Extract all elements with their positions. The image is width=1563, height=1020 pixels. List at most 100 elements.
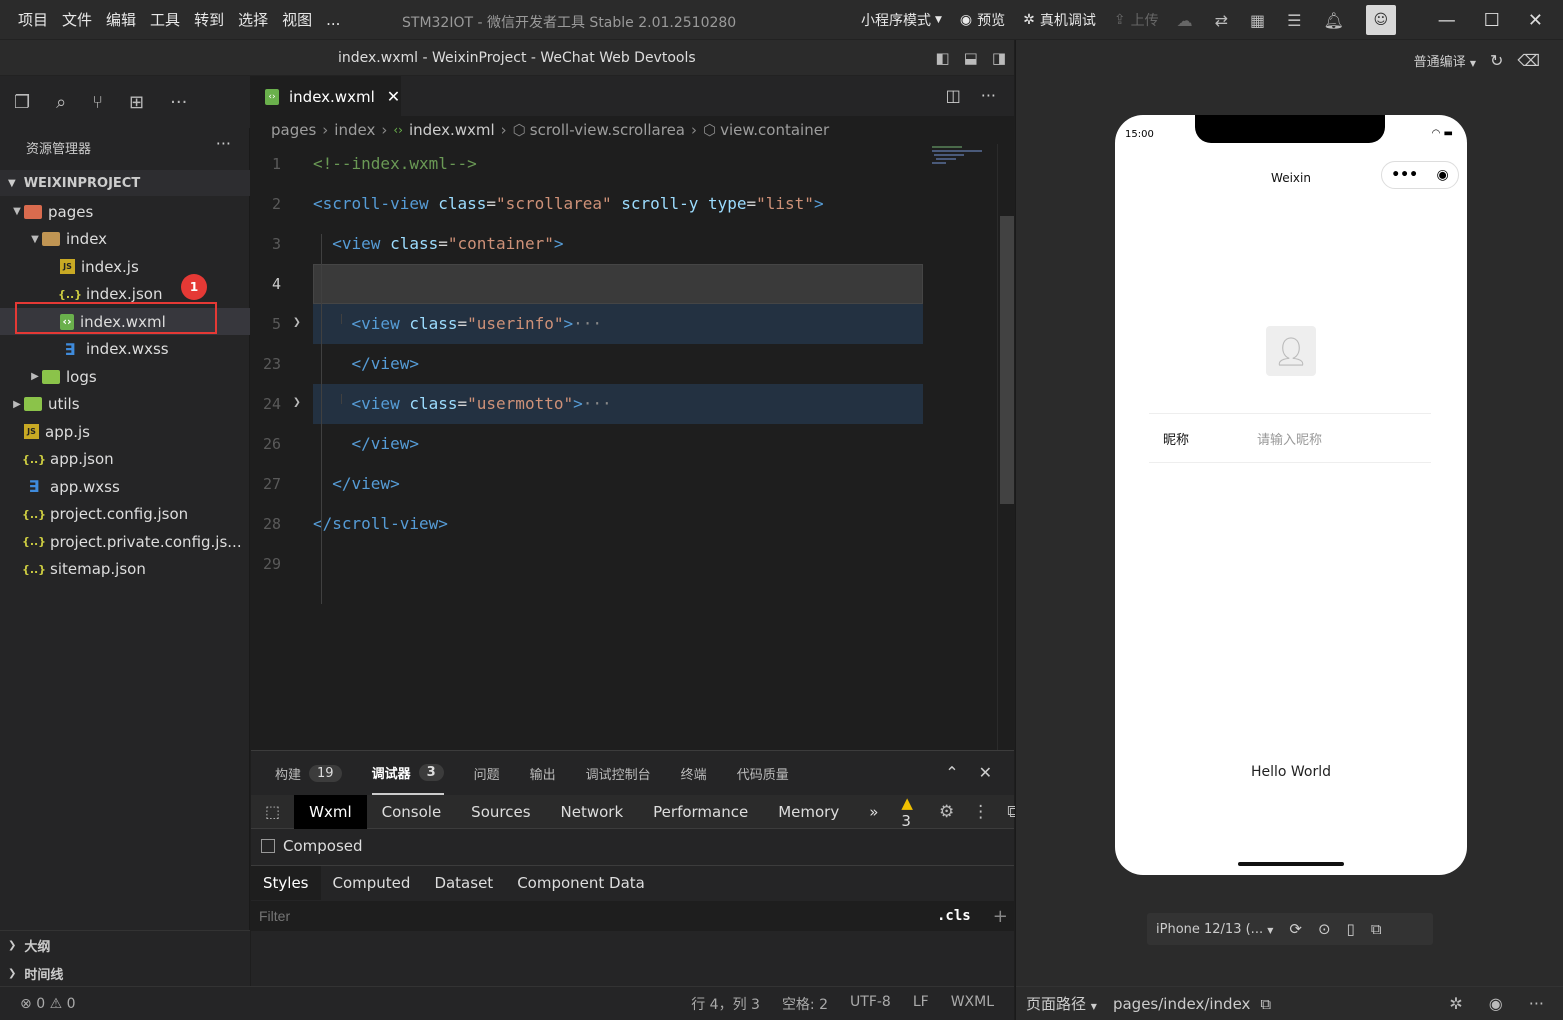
breadcrumb-item[interactable]: view.container [720,121,829,139]
devtools-tab[interactable]: Network [546,795,639,829]
toggle-sidebar-icon[interactable]: ◧ [935,49,949,67]
menu-item[interactable]: 工具 [150,9,180,30]
compile-mode-select[interactable]: 普通编译 ▼ [1414,51,1476,70]
tree-item[interactable]: {..} project.config.json [0,501,250,528]
breadcrumb-item[interactable]: index.wxml [409,121,495,139]
panel-tab[interactable]: 代码质量 [737,764,789,783]
code-line[interactable]: </scroll-view> [313,504,448,544]
clear-cache-icon[interactable]: ⌫ [1517,51,1540,70]
code-line[interactable]: </view> [313,424,419,464]
preview-button[interactable]: ◉ 预览 [960,10,1005,30]
tree-item[interactable]: ▼ index [0,226,250,253]
fold-chevron-icon[interactable]: ❯ [293,315,301,330]
code-line[interactable]: <view class="userinfo">··· [313,304,602,344]
panel-tab[interactable]: 终端 [681,764,707,783]
code-line[interactable]: <view class="usermotto">··· [313,384,612,424]
bell-icon[interactable]: 🔔︎ [1323,11,1343,30]
code-line[interactable]: </view> [313,464,399,504]
breadcrumb-item[interactable]: scroll-view.scrollarea [530,121,685,139]
problems-status[interactable]: ⊗ 0 ⚠ 0 [20,996,76,1012]
split-editor-icon[interactable]: ◫ [946,86,961,105]
code-line[interactable]: <!--index.wxml--> [313,144,477,184]
code-line[interactable]: <scroll-view class="scrollarea" scroll-y… [313,184,824,224]
code-line[interactable]: <view class="container"> [313,224,563,264]
styles-tab[interactable]: Computed [321,866,423,900]
devtools-tab[interactable]: Performance [638,795,763,829]
breadcrumb-item[interactable]: pages [271,121,316,139]
files-icon[interactable]: ❐ [14,92,30,113]
device-select[interactable]: iPhone 12/13 (... ▼ [1156,922,1273,937]
close-icon[interactable]: ✕ [1528,10,1543,31]
menu-item[interactable]: 编辑 [106,9,136,30]
checkbox[interactable] [261,839,275,853]
tree-item[interactable]: ▶ logs [0,363,250,390]
panel-tab[interactable]: 输出 [530,764,556,783]
collapse-panel-icon[interactable]: ⌃ [945,763,958,782]
swap-icon[interactable]: ⇄ [1215,11,1228,30]
more-tabs-icon[interactable]: » [854,795,893,829]
extensions-icon[interactable]: ⊞ [129,92,144,113]
tree-item[interactable]: {..} sitemap.json [0,556,250,583]
copy-icon[interactable]: ⧉ [1260,995,1271,1013]
styles-tab[interactable]: Styles [251,865,321,900]
bug-icon[interactable]: ✲ [1449,994,1462,1013]
mode-select[interactable]: 小程序模式 ▼ [861,10,942,30]
menu-icon[interactable]: ☰ [1287,11,1301,30]
panel-tab[interactable]: 构建 19 [275,764,342,783]
minimize-icon[interactable]: — [1438,10,1456,31]
phone-icon[interactable]: ▯ [1347,920,1355,938]
kebab-icon[interactable]: ⋮ [972,802,989,822]
composed-checkbox[interactable]: Composed [261,837,363,855]
panel-tab[interactable]: 调试控制台 [586,764,651,783]
tree-item[interactable]: ▼ pages [0,198,250,225]
inspect-icon[interactable]: ⬚ [251,802,294,821]
cls-button[interactable]: .cls [937,908,971,924]
tree-item[interactable]: ∃ index.wxss [0,336,250,363]
menu-item[interactable]: 项目 [18,9,48,30]
filter-input[interactable] [251,903,923,929]
menu-item[interactable]: ... [326,11,340,29]
devtools-tab[interactable]: Memory [763,795,854,829]
devtools-tab[interactable]: Console [367,795,457,829]
cloud-icon[interactable]: ☁ [1177,11,1193,30]
line-ending[interactable]: LF [913,994,929,1014]
close-tab-icon[interactable]: ✕ [387,87,400,106]
menu-item[interactable]: 视图 [282,9,312,30]
gear-icon[interactable]: ⚙ [939,802,954,822]
code-line[interactable]: </view> [313,344,419,384]
device-debug-button[interactable]: ✲ 真机调试 [1023,10,1096,30]
tree-item[interactable]: JS index.js [0,253,250,280]
maximize-icon[interactable]: ☐ [1484,10,1500,31]
menu-item[interactable]: 文件 [62,9,92,30]
tab-index-wxml[interactable]: ‹› index.wxml ✕ [251,76,401,116]
rotate-icon[interactable]: ⟳ [1289,920,1302,938]
styles-tab[interactable]: Dataset [422,866,505,900]
tree-item[interactable]: {..} app.json [0,446,250,473]
home-target-icon[interactable]: ◉ [1437,167,1449,183]
avatar[interactable]: ☺ [1365,5,1396,35]
mini-program-capsule[interactable]: ••• ◉ [1381,161,1459,189]
add-rule-icon[interactable]: + [993,906,1008,927]
indentation[interactable]: 空格: 2 [782,994,828,1014]
nickname-input[interactable]: 请输入昵称 [1257,429,1322,448]
search-icon[interactable]: ⌕ [56,92,66,113]
layout-icon[interactable]: ▦ [1250,11,1265,30]
source-control-icon[interactable]: ⑂ [92,92,103,113]
scrollbar-thumb[interactable] [1000,216,1014,504]
devtools-tab[interactable]: Sources [456,795,545,829]
panel-tab[interactable]: 调试器 3 [371,751,444,795]
toggle-panel-icon[interactable]: ⬓ [964,49,978,67]
eye-icon[interactable]: ◉ [1489,994,1503,1013]
more-dots-icon[interactable]: ••• [1391,167,1418,183]
warning-badge[interactable]: ▲ 3 [901,794,913,830]
styles-tab[interactable]: Component Data [505,866,657,900]
outline-header[interactable]: ❯ 大纲 [0,931,250,959]
code-editor[interactable]: 1 <!--index.wxml--> 2 <scroll-view class="s… [251,144,997,750]
detach-icon[interactable]: ⧉ [1371,920,1382,938]
refresh-icon[interactable]: ↻ [1490,51,1503,70]
language-mode[interactable]: WXML [951,994,994,1014]
toggle-simulator-icon[interactable]: ◨ [992,49,1006,67]
close-panel-icon[interactable]: ✕ [979,763,992,782]
breadcrumb-item[interactable]: index [334,121,375,139]
encoding[interactable]: UTF-8 [850,994,891,1014]
